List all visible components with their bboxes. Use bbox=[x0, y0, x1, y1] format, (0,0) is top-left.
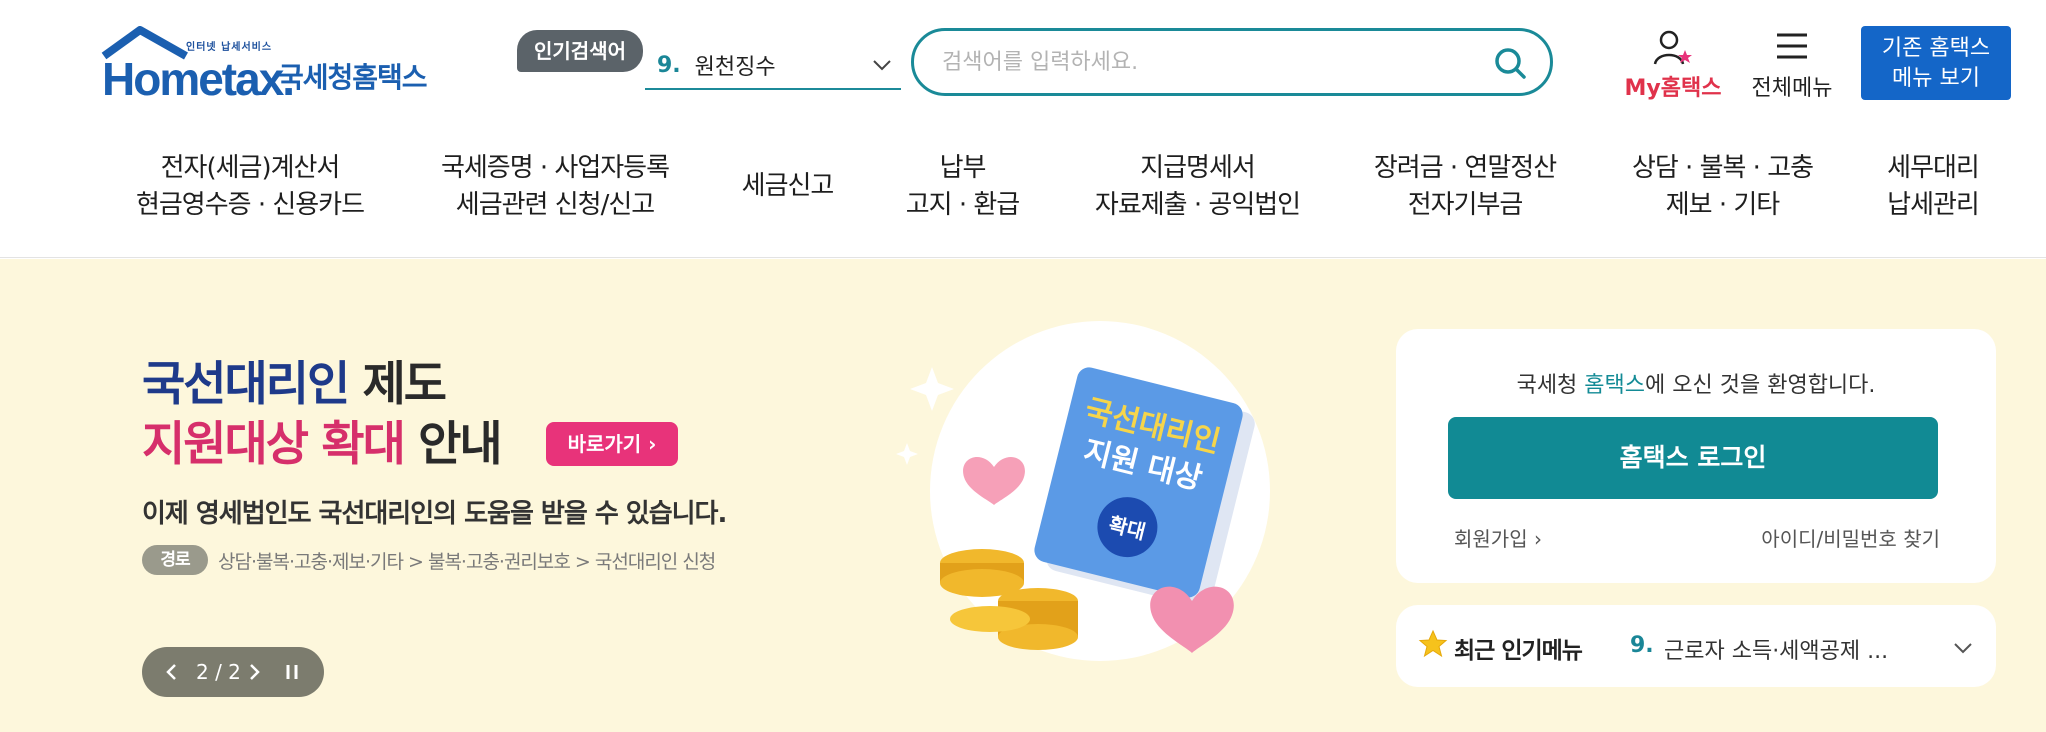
search-icon[interactable] bbox=[1492, 45, 1528, 81]
hometax-logo[interactable]: 인터넷 납세서비스 Hometax. 국세청홈택스 bbox=[100, 26, 430, 106]
logo-wordmark: Hometax. bbox=[102, 53, 295, 105]
login-button[interactable]: 홈택스 로그인 bbox=[1448, 417, 1938, 499]
search-input[interactable] bbox=[942, 41, 1482, 83]
legacy-menu-line2: 메뉴 보기 bbox=[1892, 66, 1980, 91]
global-nav: 전자(세금)계산서 현금영수증 · 신용카드 국세증명 · 사업자등록 세금관련… bbox=[0, 150, 2046, 230]
nav-item-line1: 상담 · 불복 · 고충 bbox=[1631, 153, 1814, 183]
logo-korean-name: 국세청홈택스 bbox=[278, 61, 428, 94]
nav-item-payment[interactable]: 납부 고지 · 환급 bbox=[890, 150, 1035, 224]
nav-item-line2: 전자기부금 bbox=[1407, 190, 1524, 220]
legacy-menu-button[interactable]: 기존 홈택스 메뉴 보기 bbox=[1861, 26, 2011, 100]
nav-item-certificate[interactable]: 국세증명 · 사업자등록 세금관련 신청/신고 bbox=[430, 150, 680, 224]
nav-item-payment-statement[interactable]: 지급명세서 자료제출 · 공익법인 bbox=[1085, 150, 1310, 224]
welcome-text: 국세청 bbox=[1516, 373, 1585, 398]
my-hometax-button[interactable]: My홈택스 bbox=[1618, 28, 1728, 101]
path-text: 상담·불복·고충·제보·기타 > 불복·고충·권리보호 > 국선대리인 신청 bbox=[218, 550, 716, 573]
welcome-message: 국세청 홈택스에 오신 것을 환영합니다. bbox=[1396, 367, 1996, 399]
search-box bbox=[911, 28, 1553, 96]
banner-path: 경로 상담·불복·고충·제보·기타 > 불복·고충·권리보호 > 국선대리인 신… bbox=[142, 545, 716, 575]
nav-item-line1: 전자(세금)계산서 bbox=[160, 153, 341, 183]
welcome-highlight: 홈택스 bbox=[1584, 373, 1646, 398]
main-visual: 국선대리인 제도 지원대상 확대 안내 바로가기 › 이제 영세법인도 국선대리… bbox=[0, 259, 2046, 732]
banner-illustration: 국선대리인 지원 대상 확대 bbox=[896, 321, 1270, 661]
nav-item-e-invoice[interactable]: 전자(세금)계산서 현금영수증 · 신용카드 bbox=[130, 150, 370, 224]
my-hometax-label: My홈택스 bbox=[1624, 76, 1722, 101]
banner-title-rest: 안내 bbox=[403, 417, 502, 472]
banner-pager: 2 / 2 bbox=[142, 647, 324, 697]
path-tag: 경로 bbox=[142, 545, 208, 575]
popular-search-rank: 9. bbox=[657, 52, 681, 78]
banner-title-rest: 제도 bbox=[348, 357, 447, 412]
recent-menu-value: 근로자 소득·세액공제 ... bbox=[1664, 639, 1889, 664]
nav-item-line1: 장려금 · 연말정산 bbox=[1373, 153, 1557, 183]
nav-item-line2: 제보 · 기타 bbox=[1665, 190, 1780, 220]
popular-search-select[interactable]: 9. 원천징수 bbox=[645, 42, 901, 90]
hamburger-menu-icon bbox=[1777, 33, 1807, 59]
nav-item-incentive[interactable]: 장려금 · 연말정산 전자기부금 bbox=[1365, 150, 1565, 224]
nav-item-line1: 세무대리 bbox=[1887, 153, 1980, 183]
find-account-link[interactable]: 아이디/비밀번호 찾기 bbox=[1761, 523, 1940, 552]
login-card: 국세청 홈택스에 오신 것을 환영합니다. 홈택스 로그인 회원가입 › 아이디… bbox=[1396, 329, 1996, 583]
chevron-left-icon[interactable] bbox=[164, 662, 180, 682]
signup-label: 회원가입 bbox=[1454, 527, 1528, 551]
chevron-down-icon[interactable] bbox=[1952, 637, 1974, 659]
recent-popular-menu[interactable]: 최근 인기메뉴 9. 근로자 소득·세액공제 ... bbox=[1396, 605, 1996, 687]
nav-item-line2: 현금영수증 · 신용카드 bbox=[135, 190, 365, 220]
chevron-right-icon: › bbox=[1533, 527, 1542, 551]
star-icon bbox=[1418, 629, 1448, 658]
recent-menu-rank: 9. bbox=[1630, 633, 1654, 658]
nav-item-tax-filing[interactable]: 세금신고 bbox=[730, 168, 845, 205]
nav-item-line2: 자료제출 · 공익법인 bbox=[1094, 190, 1301, 220]
chevron-right-icon[interactable] bbox=[246, 662, 262, 682]
banner-go-button[interactable]: 바로가기 › bbox=[546, 422, 678, 466]
banner-title[interactable]: 국선대리인 제도 지원대상 확대 안내 bbox=[142, 355, 503, 475]
pause-icon[interactable] bbox=[284, 662, 300, 682]
nav-item-line2: 납세관리 bbox=[1887, 190, 1980, 220]
chevron-right-icon: › bbox=[648, 432, 657, 456]
nav-item-line1: 세금신고 bbox=[741, 171, 835, 201]
banner-subtitle: 이제 영세법인도 국선대리인의 도움을 받을 수 있습니다. bbox=[142, 499, 727, 529]
banner-title-highlight: 국선대리인 bbox=[142, 357, 350, 412]
nav-item-line1: 납부 bbox=[939, 153, 987, 183]
recent-menu-title: 최근 인기메뉴 bbox=[1454, 638, 1583, 664]
popular-search-term: 원천징수 bbox=[694, 55, 776, 80]
chevron-down-icon bbox=[873, 60, 891, 71]
all-menu-button[interactable]: 전체메뉴 bbox=[1742, 28, 1842, 101]
welcome-text: 에 오신 것을 환영합니다. bbox=[1645, 373, 1876, 398]
user-icon bbox=[1653, 30, 1692, 65]
logo-tagline: 인터넷 납세서비스 bbox=[186, 42, 273, 53]
all-menu-label: 전체메뉴 bbox=[1751, 76, 1833, 101]
signup-link[interactable]: 회원가입 › bbox=[1454, 523, 1542, 552]
nav-item-consultation[interactable]: 상담 · 불복 · 고충 제보 · 기타 bbox=[1620, 150, 1825, 224]
nav-item-tax-agent[interactable]: 세무대리 납세관리 bbox=[1873, 150, 1993, 224]
nav-item-line1: 지급명세서 bbox=[1140, 153, 1256, 183]
nav-item-line2: 고지 · 환급 bbox=[905, 190, 1020, 220]
site-header: 인터넷 납세서비스 Hometax. 국세청홈택스 인기검색어 9. 원천징수 … bbox=[0, 0, 2046, 258]
go-label: 바로가기 bbox=[567, 432, 642, 456]
pager-count: 2 / 2 bbox=[196, 660, 241, 684]
legacy-menu-line1: 기존 홈택스 bbox=[1881, 36, 1991, 61]
banner-title-highlight: 지원대상 확대 bbox=[142, 417, 406, 472]
nav-item-line1: 국세증명 · 사업자등록 bbox=[440, 153, 670, 183]
nav-item-line2: 세금관련 신청/신고 bbox=[455, 190, 655, 220]
popular-search-tag: 인기검색어 bbox=[517, 30, 643, 72]
